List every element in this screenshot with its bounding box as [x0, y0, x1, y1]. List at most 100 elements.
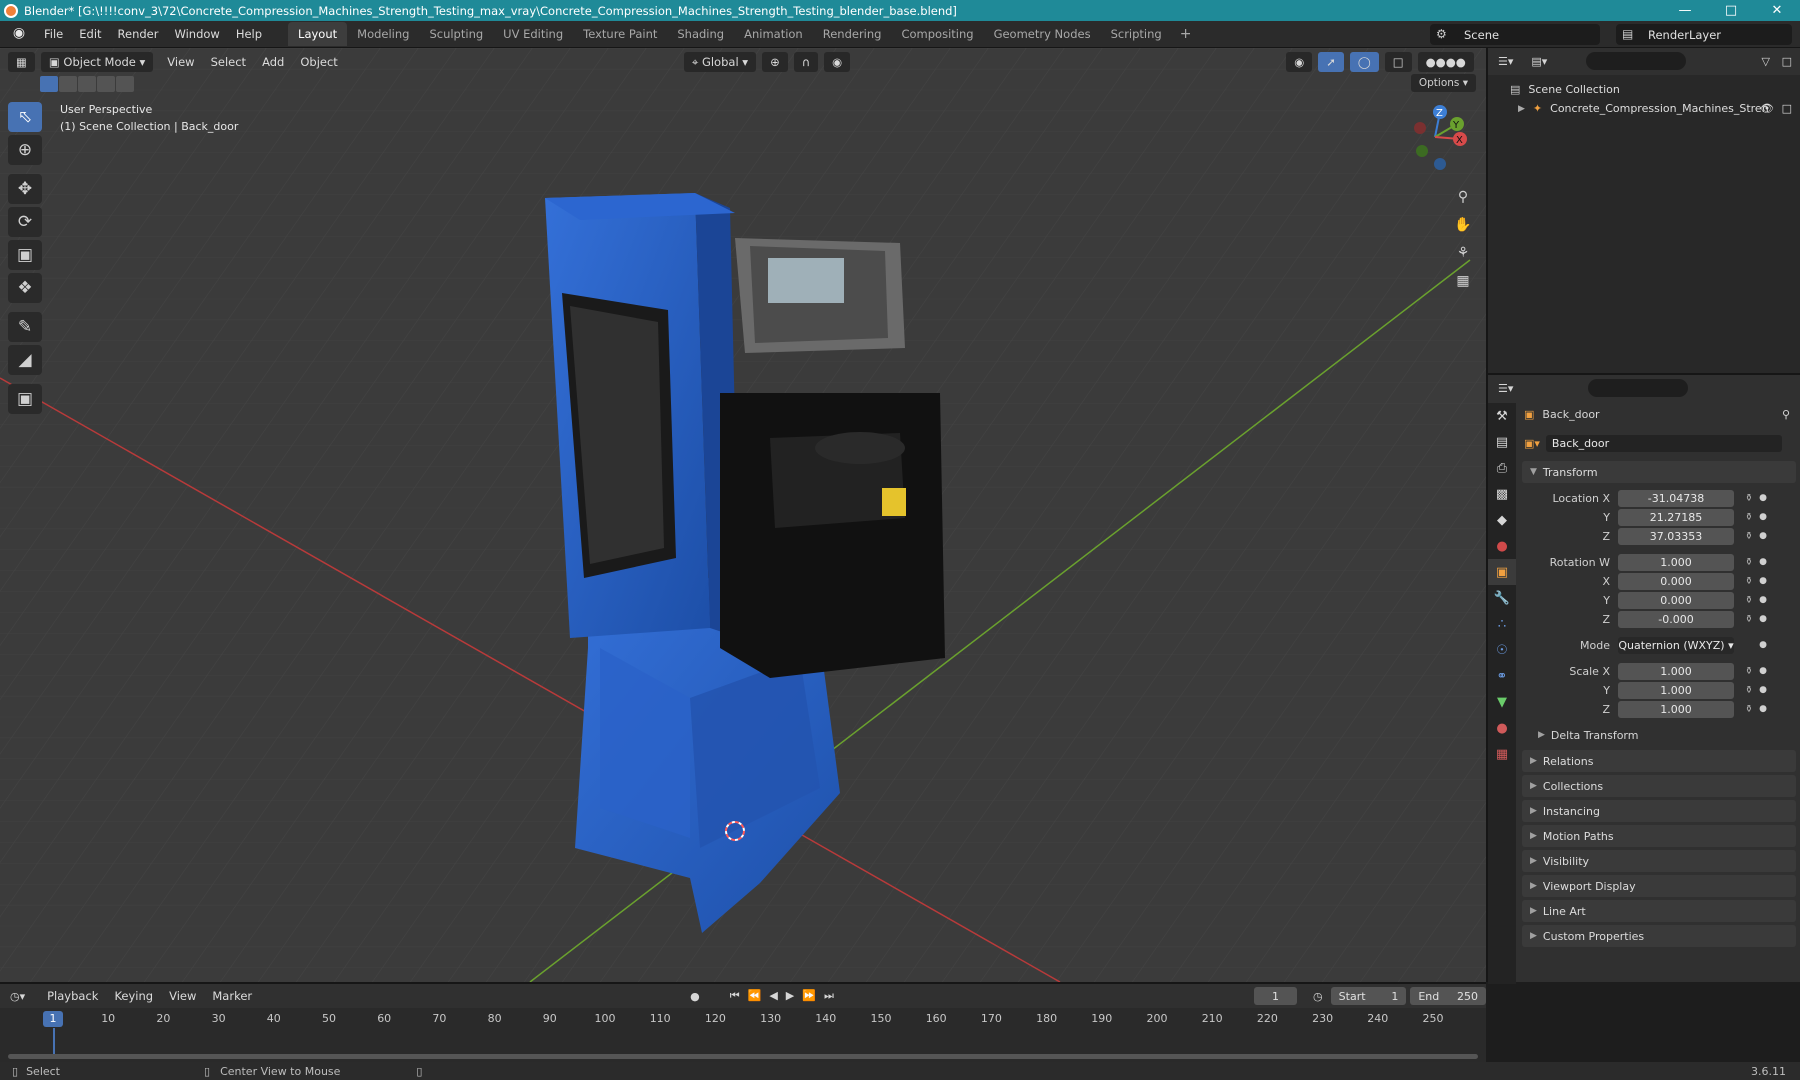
timeline-ruler[interactable]: 1 10 20 30 40 50 60 70 80 90 100 110 120 130 140 150 16…	[0, 1010, 1486, 1028]
blender-logo-icon[interactable]: ◉	[8, 25, 30, 43]
minimize-icon[interactable]: —	[1662, 3, 1708, 18]
panel-line-art[interactable]: ▶ Line Art	[1522, 900, 1796, 922]
select-intersect-icon[interactable]	[116, 76, 134, 92]
render-camera-icon[interactable]: □	[1782, 102, 1792, 115]
scale-y-field[interactable]: 1.000	[1618, 681, 1734, 699]
menu-add[interactable]: Add	[254, 55, 292, 69]
datablock-icon[interactable]: ▣▾	[1524, 437, 1540, 450]
tab-sculpting[interactable]: Sculpting	[419, 22, 493, 46]
data-tab-icon[interactable]: ▼	[1488, 689, 1516, 715]
transform-tool-icon[interactable]: ❖	[8, 273, 42, 303]
panel-instancing[interactable]: ▶ Instancing	[1522, 800, 1796, 822]
tab-uv-editing[interactable]: UV Editing	[493, 22, 573, 46]
panel-motion-paths[interactable]: ▶ Motion Paths	[1522, 825, 1796, 847]
tab-rendering[interactable]: Rendering	[813, 22, 892, 46]
panel-custom-properties[interactable]: ▶ Custom Properties	[1522, 925, 1796, 947]
location-z-field[interactable]: 37.03353	[1618, 527, 1734, 545]
lock-icon[interactable]: ⚱	[1740, 576, 1758, 587]
timeline-scrollbar[interactable]	[8, 1054, 1478, 1059]
list-item[interactable]: ▶ ✦ Concrete_Compression_Machines_Stren …	[1488, 99, 1800, 118]
tab-geometry-nodes[interactable]: Geometry Nodes	[984, 22, 1101, 46]
lock-icon[interactable]: ⚱	[1740, 595, 1758, 606]
view-layer-tab-icon[interactable]: ▩	[1488, 481, 1516, 507]
tab-layout[interactable]: Layout	[288, 22, 348, 46]
lock-icon[interactable]: ⚱	[1740, 557, 1758, 568]
rotation-y-field[interactable]: 0.000	[1618, 591, 1734, 609]
auto-keying-icon[interactable]: ●	[690, 990, 700, 1003]
playback-controls[interactable]: ⏮⏪◀▶⏩⏭	[730, 989, 842, 1003]
3d-viewport[interactable]: ▦ ▣ Object Mode ▾ View Select Add Object…	[0, 48, 1486, 982]
menu-timeline-view[interactable]: View	[161, 989, 204, 1003]
panel-viewport-display[interactable]: ▶ Viewport Display	[1522, 875, 1796, 897]
end-frame-field[interactable]: End 250	[1410, 987, 1486, 1005]
select-box-tool-icon[interactable]: ⬁	[8, 102, 42, 132]
orientation-dropdown[interactable]: ⌖ Global ▾	[683, 52, 757, 72]
physics-tab-icon[interactable]: ☉	[1488, 637, 1516, 663]
select-extend-icon[interactable]	[59, 76, 77, 92]
properties-search-input[interactable]	[1588, 379, 1688, 397]
new-collection-icon[interactable]: □	[1782, 55, 1792, 68]
keyframe-dot-icon[interactable]: ●	[1758, 704, 1768, 714]
menu-window[interactable]: Window	[166, 27, 227, 41]
display-mode-icon[interactable]: ▤▾	[1531, 55, 1547, 68]
tab-scripting[interactable]: Scripting	[1101, 22, 1172, 46]
render-tab-icon[interactable]: ▤	[1488, 429, 1516, 455]
menu-select[interactable]: Select	[203, 55, 254, 69]
render-layer-selector[interactable]: ▤ RenderLayer	[1616, 24, 1792, 45]
move-tool-icon[interactable]: ✥	[8, 174, 42, 204]
modifier-tab-icon[interactable]: 🔧	[1488, 585, 1516, 611]
menu-playback[interactable]: Playback	[39, 989, 106, 1003]
select-new-icon[interactable]	[40, 76, 58, 92]
maximize-icon[interactable]: □	[1708, 3, 1754, 18]
outliner-root-row[interactable]: ▤ Scene Collection	[1488, 80, 1800, 99]
camera-view-icon[interactable]: ⚘	[1450, 240, 1476, 266]
rotation-z-field[interactable]: -0.000	[1618, 610, 1734, 628]
tab-animation[interactable]: Animation	[734, 22, 813, 46]
material-tab-icon[interactable]: ●	[1488, 715, 1516, 741]
scene-selector[interactable]: ⚙ Scene	[1430, 24, 1600, 45]
rotation-w-field[interactable]: 1.000	[1618, 553, 1734, 571]
rotation-mode-dropdown[interactable]: Quaternion (WXYZ) ▾	[1618, 636, 1734, 654]
tab-shading[interactable]: Shading	[667, 22, 734, 46]
datablock-name-field[interactable]: Back_door	[1545, 434, 1782, 452]
menu-keying[interactable]: Keying	[106, 989, 161, 1003]
keyframe-dot-icon[interactable]: ●	[1758, 576, 1768, 586]
preview-range-icon[interactable]: ◷	[1313, 990, 1323, 1003]
particles-tab-icon[interactable]: ∴	[1488, 611, 1516, 637]
tab-compositing[interactable]: Compositing	[891, 22, 983, 46]
tab-texture-paint[interactable]: Texture Paint	[573, 22, 667, 46]
menu-render[interactable]: Render	[110, 27, 167, 41]
cursor-tool-icon[interactable]: ⊕	[8, 135, 42, 165]
menu-view[interactable]: View	[159, 55, 202, 69]
pivot-icon[interactable]: ⊕	[762, 52, 788, 72]
current-frame-field[interactable]: 1	[1253, 987, 1298, 1005]
ortho-grid-icon[interactable]: ▦	[1450, 268, 1476, 294]
proportional-edit-icon[interactable]: ◉	[824, 52, 851, 72]
scale-tool-icon[interactable]: ▣	[8, 240, 42, 270]
lock-icon[interactable]: ⚱	[1740, 685, 1758, 696]
menu-marker[interactable]: Marker	[204, 989, 260, 1003]
close-icon[interactable]: ✕	[1754, 3, 1800, 18]
navigation-gizmo[interactable]: Z Y X	[1400, 102, 1470, 172]
outliner-search-input[interactable]	[1586, 52, 1686, 70]
lock-icon[interactable]: ⚱	[1740, 512, 1758, 523]
editor-type-button[interactable]: ▦	[8, 52, 35, 72]
texture-tab-icon[interactable]: ▦	[1488, 741, 1516, 767]
keyframe-dot-icon[interactable]: ●	[1758, 666, 1768, 676]
expand-arrow-icon[interactable]: ▶	[1518, 104, 1525, 114]
overlay-toggle-icon[interactable]: ◯	[1349, 52, 1379, 72]
location-y-field[interactable]: 21.27185	[1618, 508, 1734, 526]
pin-icon[interactable]: ⚲	[1782, 408, 1790, 421]
menu-file[interactable]: File	[36, 27, 71, 41]
playhead[interactable]: 1	[43, 1011, 63, 1027]
object-tab-icon[interactable]: ▣	[1488, 559, 1516, 585]
scale-z-field[interactable]: 1.000	[1618, 700, 1734, 718]
menu-object[interactable]: Object	[292, 55, 345, 69]
select-difference-icon[interactable]	[97, 76, 115, 92]
rotate-tool-icon[interactable]: ⟳	[8, 207, 42, 237]
scale-x-field[interactable]: 1.000	[1618, 662, 1734, 680]
shading-modes-icon[interactable]: ●●●●	[1417, 52, 1474, 72]
keyframe-dot-icon[interactable]: ●	[1758, 595, 1768, 605]
measure-tool-icon[interactable]: ◢	[8, 345, 42, 375]
outliner-type-icon[interactable]: ☰▾	[1498, 55, 1513, 68]
